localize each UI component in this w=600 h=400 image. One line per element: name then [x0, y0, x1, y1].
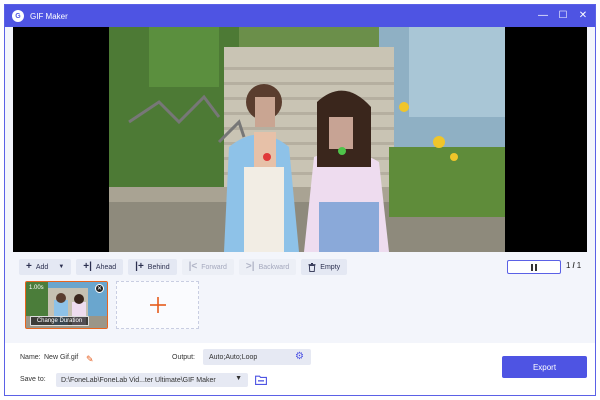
close-button[interactable]: ✕	[577, 9, 589, 22]
remove-clip-icon[interactable]: ✕	[95, 284, 104, 293]
behind-button-label: Behind	[147, 263, 170, 271]
page-counter: 1 / 1	[566, 261, 581, 270]
plus-icon: +	[26, 261, 32, 272]
add-button-label: Add	[35, 263, 49, 271]
empty-button-label: Empty	[320, 263, 341, 271]
export-button[interactable]: Export	[502, 356, 587, 378]
clip-thumbnail[interactable]: 1.00s ✕ Change Duration	[25, 281, 108, 329]
pause-button[interactable]	[507, 260, 561, 274]
clip-duration: 1.00s	[29, 285, 44, 291]
backward-button-label: Backward	[258, 263, 290, 271]
edit-name-icon[interactable]: ✎	[86, 354, 94, 365]
move-backward-icon: >|	[245, 261, 255, 272]
forward-button[interactable]: |< Forward	[181, 259, 234, 275]
backward-button[interactable]: >| Backward	[238, 259, 297, 275]
move-forward-icon: |<	[188, 261, 198, 272]
save-to-label: Save to:	[20, 376, 46, 383]
current-page: 1	[566, 261, 571, 270]
pause-icon-bar-left	[531, 263, 533, 271]
chevron-down-icon: ▼	[235, 375, 242, 382]
preview-area	[13, 27, 587, 252]
add-plus-icon	[149, 297, 166, 313]
gear-icon[interactable]: ⚙	[294, 351, 305, 362]
gif-maker-window: G GIF Maker — ☐ ✕ + Add ▼ +| Ahead |+ Be…	[4, 4, 596, 396]
output-label: Output:	[172, 354, 195, 361]
name-label: Name:	[20, 354, 41, 361]
title-bar: G GIF Maker — ☐ ✕	[5, 5, 595, 27]
output-settings-field: Auto;Auto;Loop ⚙	[203, 349, 311, 365]
add-button[interactable]: + Add ▼	[19, 259, 72, 275]
window-controls: — ☐ ✕	[537, 9, 589, 22]
clip-toolbar: + Add ▼ +| Ahead |+ Behind |< Forward >|…	[19, 259, 348, 275]
save-path-value: D:\FoneLab\FoneLab Vid...ter Ultimate\GI…	[61, 376, 216, 384]
ahead-button[interactable]: +| Ahead	[76, 259, 124, 275]
total-pages: 1	[576, 261, 582, 270]
preview-image	[109, 27, 505, 252]
preview-photo-graphic	[109, 27, 505, 252]
chevron-down-icon[interactable]: ▼	[58, 264, 64, 270]
forward-button-label: Forward	[201, 263, 227, 271]
change-duration-button[interactable]: Change Duration	[30, 316, 89, 326]
page-separator: /	[572, 261, 575, 270]
app-logo-icon: G	[12, 10, 24, 22]
empty-button[interactable]: Empty	[301, 259, 348, 275]
minimize-button[interactable]: —	[537, 9, 549, 22]
gif-name-value: New Gif.gif	[44, 354, 79, 361]
bring-forward-icon: +|	[83, 261, 92, 272]
window-title: GIF Maker	[30, 11, 68, 21]
pause-icon-bar-right	[535, 263, 537, 271]
trash-icon	[308, 262, 316, 272]
send-backward-icon: |+	[135, 261, 144, 272]
clip-strip: 1.00s ✕ Change Duration	[25, 281, 221, 333]
open-folder-button[interactable]	[253, 373, 269, 387]
save-path-select[interactable]: D:\FoneLab\FoneLab Vid...ter Ultimate\GI…	[56, 373, 248, 387]
folder-icon	[255, 375, 267, 385]
ahead-button-label: Ahead	[95, 263, 117, 271]
add-clip-slot[interactable]	[116, 281, 199, 329]
behind-button[interactable]: |+ Behind	[128, 259, 177, 275]
output-value: Auto;Auto;Loop	[209, 353, 258, 361]
maximize-button[interactable]: ☐	[557, 9, 569, 22]
